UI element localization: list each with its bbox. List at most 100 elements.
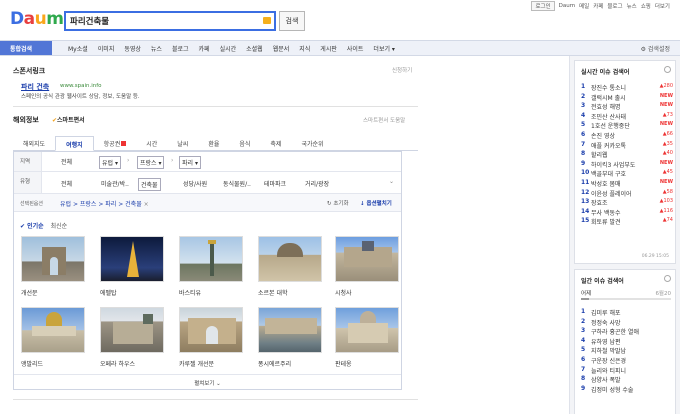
tab-time[interactable]: 시간 (136, 136, 167, 150)
keyboard-icon[interactable] (263, 17, 271, 24)
carrousel-arch-image[interactable] (179, 307, 243, 353)
util-link-shopping[interactable]: 쇼핑 (641, 2, 651, 10)
util-link-cafe[interactable]: 카페 (593, 2, 603, 10)
type-square[interactable]: 거리/광장 (303, 178, 331, 189)
tab-all-search[interactable]: 통합검색 (0, 41, 52, 55)
daum-logo[interactable]: Daum (10, 9, 64, 29)
tab-realtime[interactable]: 실시간 (220, 44, 237, 53)
tab-social-web[interactable]: 소셜웹 (246, 44, 263, 53)
region-paris-select[interactable]: 파리 ▾ (179, 156, 201, 169)
rank-keyword[interactable]: 백골부대 구호 (591, 169, 626, 178)
tab-my-social[interactable]: My소셜 (68, 44, 88, 53)
tab-festival[interactable]: 축제 (260, 136, 291, 150)
type-cathedral[interactable]: 성당/사원 (181, 178, 209, 189)
list-item[interactable]: 15 회토류 발견 ▲74 (581, 217, 673, 227)
opera-house-image[interactable] (100, 307, 164, 353)
rank-keyword[interactable]: 정정숙 사망 (591, 318, 621, 327)
tab-food[interactable]: 음식 (229, 136, 260, 150)
tab-sites[interactable]: 사이트 (347, 44, 364, 53)
place-name[interactable]: 오페라 하우스 (100, 359, 164, 368)
rank-keyword[interactable]: 장효조 (591, 198, 608, 207)
place-card[interactable]: 에펠탑 (100, 236, 164, 297)
place-name[interactable]: 소르본 대학 (258, 288, 322, 297)
util-link-more[interactable]: 더보기 (655, 2, 670, 10)
list-item[interactable]: 12 이윤성 플레이어 ▲58 (581, 189, 673, 199)
list-item[interactable]: 1 장진수 통소니 ▲280 (581, 83, 673, 93)
rank-keyword[interactable]: 애플 커카오톡 (591, 141, 626, 150)
conciergerie-image[interactable] (258, 307, 322, 353)
rank-keyword[interactable]: 갤럭시M 출시 (591, 93, 626, 102)
rank-keyword[interactable]: 손진 영상 (591, 131, 615, 140)
place-name[interactable]: 개선문 (21, 288, 85, 297)
rank-keyword[interactable]: 무사 백동수 (591, 208, 621, 217)
rank-keyword[interactable]: 유하영 남편 (591, 337, 621, 346)
tab-news[interactable]: 뉴스 (151, 44, 162, 53)
rank-keyword[interactable]: 전효성 해명 (591, 102, 621, 111)
search-button[interactable]: 검색 (279, 11, 305, 31)
list-item[interactable]: 8 할리웹 ▲40 (581, 150, 673, 160)
daily-date-tab[interactable]: 6월20 (655, 289, 671, 297)
ad-url[interactable]: www.spain.info (60, 83, 102, 89)
rank-keyword[interactable]: 회토류 발견 (591, 217, 621, 226)
util-link-news[interactable]: 뉴스 (627, 2, 637, 10)
place-name[interactable]: 앵발리드 (21, 359, 85, 368)
tab-board[interactable]: 게시판 (320, 44, 337, 53)
rank-keyword[interactable]: 늘리와 티피니 (591, 366, 626, 375)
place-card[interactable]: 앵발리드 (21, 307, 85, 368)
place-name[interactable]: 에펠탑 (100, 288, 164, 297)
place-name[interactable]: 카루젤 개선문 (179, 359, 243, 368)
list-item[interactable]: 6 구운장 신은경 (581, 356, 673, 366)
rank-keyword[interactable]: 구운장 신은경 (591, 356, 626, 365)
region-all[interactable]: 전체 (59, 156, 74, 167)
list-item[interactable]: 9 김정미 성형 수술 (581, 385, 673, 395)
rank-keyword[interactable]: 지하철 막말남 (591, 346, 626, 355)
rank-keyword[interactable]: 1호선 운행중단 (591, 121, 630, 130)
place-name[interactable]: 판테옹 (335, 359, 399, 368)
sort-popular[interactable]: ✔ 인기순 (20, 223, 44, 230)
tab-flights[interactable]: 항공권 (94, 136, 137, 150)
rank-keyword[interactable]: 구하라 흉곤한 열애 (591, 327, 639, 336)
place-card[interactable]: 시청사 (335, 236, 399, 297)
list-item[interactable]: 3 구하라 흉곤한 열애 (581, 327, 673, 337)
list-item[interactable]: 3 전효성 해명 NEW (581, 102, 673, 112)
rank-keyword[interactable]: 할리웹 (591, 150, 608, 159)
region-europe-select[interactable]: 유럽 ▾ (99, 156, 121, 169)
type-museum[interactable]: 미술관/박.. (99, 178, 131, 189)
tab-images[interactable]: 이미지 (98, 44, 115, 53)
util-link-mail[interactable]: 메일 (579, 2, 589, 10)
place-card[interactable]: 소르본 대학 (258, 236, 322, 297)
remove-icon[interactable]: × (144, 201, 149, 208)
place-card[interactable]: 퐁시에르주리 (258, 307, 322, 368)
tab-overseas-map[interactable]: 해외지도 (13, 136, 55, 150)
invalides-image[interactable] (21, 307, 85, 353)
daily-slider-handle[interactable] (581, 298, 589, 300)
smart-finder-help-link[interactable]: 스마트편서 도움말 (363, 116, 405, 124)
search-input[interactable] (66, 13, 261, 29)
list-item[interactable]: 4 조민산 산사태 ▲73 (581, 112, 673, 122)
list-item[interactable]: 7 애플 커카오톡 ▲35 (581, 141, 673, 151)
list-item[interactable]: 14 무사 백동수 ▲116 (581, 208, 673, 218)
place-name[interactable]: 바스티유 (179, 288, 243, 297)
rank-keyword[interactable]: 삼양사 폭발 (591, 375, 621, 384)
list-item[interactable]: 10 백골부대 구호 ▲45 (581, 169, 673, 179)
rank-keyword[interactable]: 박성호 몸매 (591, 179, 621, 188)
rank-keyword[interactable]: 조민산 산사태 (591, 112, 626, 121)
list-item[interactable]: 9 하이킥3 사업부도 NEW (581, 160, 673, 170)
place-name[interactable]: 시청사 (335, 288, 399, 297)
place-card[interactable]: 바스티유 (179, 236, 243, 297)
place-card[interactable]: 판테옹 (335, 307, 399, 368)
type-all[interactable]: 전체 (59, 178, 74, 189)
tab-blog[interactable]: 블로그 (172, 44, 189, 53)
list-item[interactable]: 13 장효조 ▲103 (581, 198, 673, 208)
rank-keyword[interactable]: 이윤성 플레이어 (591, 189, 632, 198)
region-france-select[interactable]: 프랑스 ▾ (137, 156, 165, 169)
list-item[interactable]: 2 정정숙 사망 (581, 318, 673, 328)
tab-exchange[interactable]: 환율 (198, 136, 229, 150)
place-name[interactable]: 퐁시에르주리 (258, 359, 322, 368)
search-settings-link[interactable]: ⚙ 검색설정 (641, 44, 670, 53)
place-card[interactable]: 개선문 (21, 236, 85, 297)
type-theme-park[interactable]: 테마파크 (262, 178, 288, 189)
list-item[interactable]: 4 유하영 남편 (581, 337, 673, 347)
place-card[interactable]: 오페라 하우스 (100, 307, 164, 368)
tab-cafe[interactable]: 카페 (199, 44, 210, 53)
